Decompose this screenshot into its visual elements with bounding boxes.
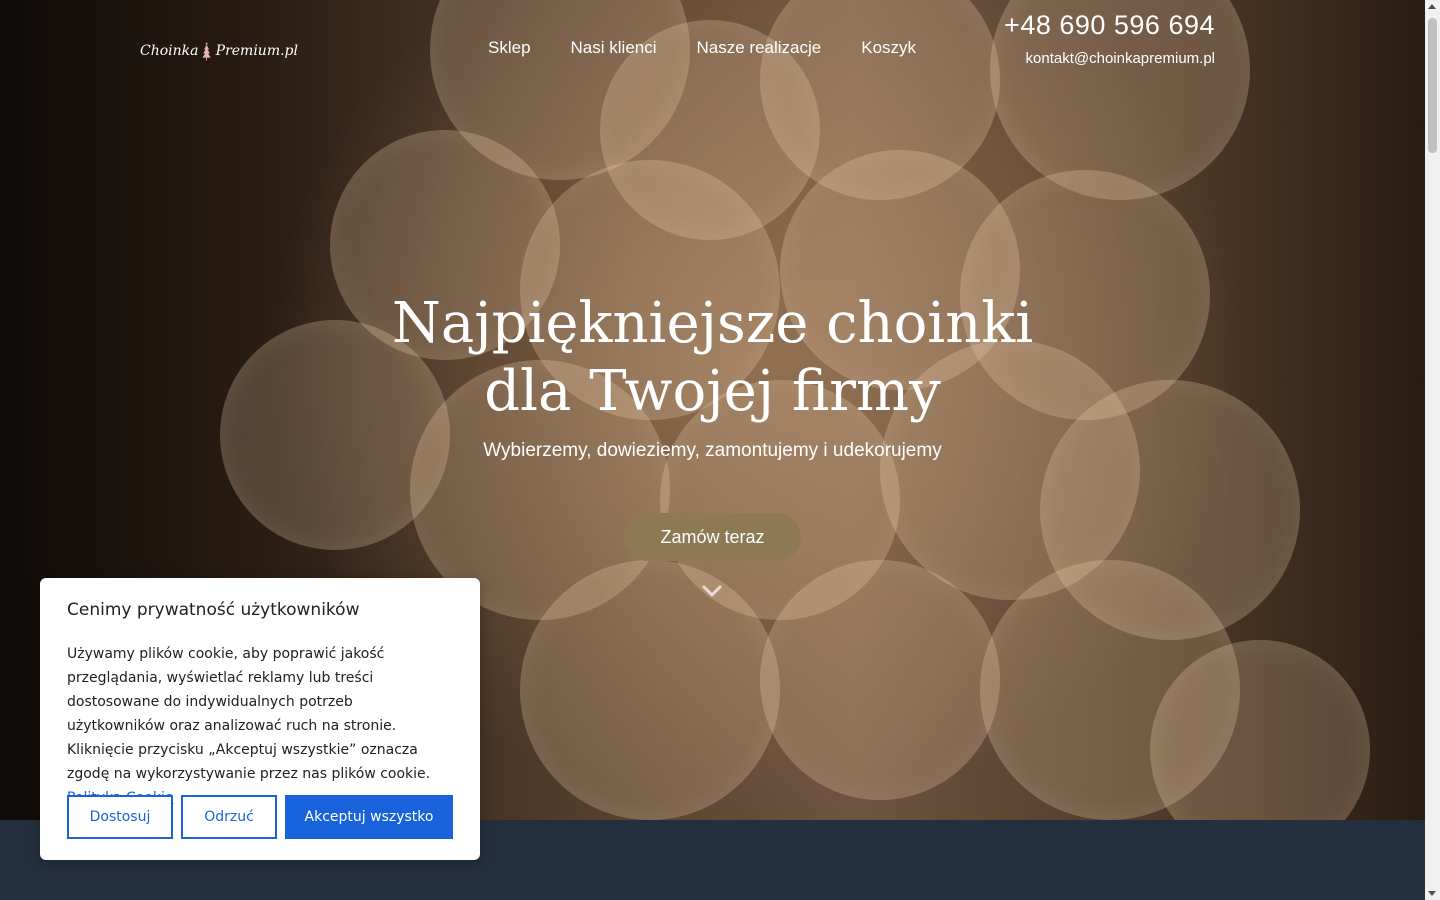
cookie-text: Używamy plików cookie, aby poprawić jako… xyxy=(67,646,431,782)
chevron-down-icon[interactable] xyxy=(702,584,722,598)
bokeh-decoration xyxy=(520,560,780,820)
scrollbar-thumb[interactable] xyxy=(1428,18,1437,153)
christmas-tree-icon xyxy=(202,41,212,61)
cookie-description: Używamy plików cookie, aby poprawić jako… xyxy=(67,642,453,810)
accept-all-button[interactable]: Akceptuj wszystko xyxy=(285,795,453,839)
hero-title-line2: dla Twojej firmy xyxy=(484,359,941,424)
logo-text-left: Choinka xyxy=(140,43,199,59)
hero-title-line1: Najpiękniejsze choinki xyxy=(391,291,1034,356)
nav-item-nasi-klienci[interactable]: Nasi klienci xyxy=(571,38,657,58)
scroll-down-icon[interactable] xyxy=(1428,891,1436,896)
logo-text-right: Premium.pl xyxy=(215,43,298,59)
site-logo[interactable]: Choinka Premium.pl xyxy=(140,26,298,76)
page-scrollbar[interactable] xyxy=(1425,0,1440,900)
order-now-button[interactable]: Zamów teraz xyxy=(624,513,801,561)
bokeh-decoration xyxy=(760,560,1000,800)
hero-title: Najpiękniejsze choinki dla Twojej firmy xyxy=(0,290,1425,426)
nav-item-sklep[interactable]: Sklep xyxy=(488,38,531,58)
customize-button[interactable]: Dostosuj xyxy=(67,795,173,839)
scroll-up-icon[interactable] xyxy=(1428,4,1436,9)
contact-email[interactable]: kontakt@choinkapremium.pl xyxy=(1026,50,1215,67)
contact-phone[interactable]: +48 690 596 694 xyxy=(1004,10,1215,41)
cookie-buttons: Dostosuj Odrzuć Akceptuj wszystko xyxy=(67,795,453,839)
reject-button[interactable]: Odrzuć xyxy=(181,795,277,839)
nav-item-koszyk[interactable]: Koszyk xyxy=(861,38,916,58)
main-navigation: Sklep Nasi klienci Nasze realizacje Kosz… xyxy=(488,38,916,58)
nav-item-nasze-realizacje[interactable]: Nasze realizacje xyxy=(697,38,822,58)
cookie-title: Cenimy prywatność użytkowników xyxy=(67,600,360,620)
cookie-consent-banner: Cenimy prywatność użytkowników Używamy p… xyxy=(40,578,480,860)
hero-subtitle: Wybierzemy, dowieziemy, zamontujemy i ud… xyxy=(483,440,942,461)
